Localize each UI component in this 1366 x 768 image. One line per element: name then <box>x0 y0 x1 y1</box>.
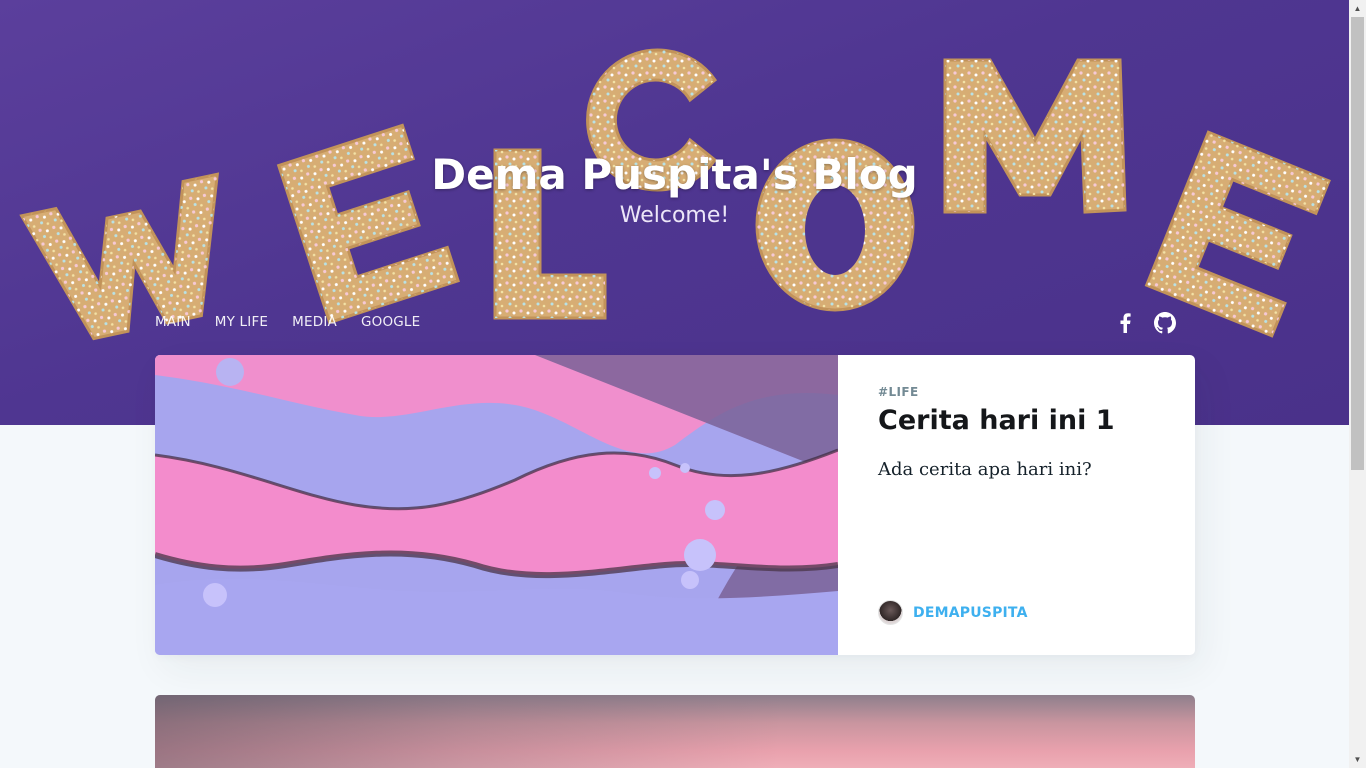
fluid-art-image <box>155 355 838 655</box>
post-tag[interactable]: #LIFE <box>878 385 1155 399</box>
nav-item-my-life[interactable]: MY LIFE <box>215 314 268 330</box>
post-card[interactable] <box>155 695 1195 768</box>
nav-item-main[interactable]: MAIN <box>155 314 191 330</box>
post-card[interactable]: #LIFE Cerita hari ini 1 Ada cerita apa h… <box>155 355 1195 655</box>
social-links <box>1114 311 1176 335</box>
post-content: #LIFE Cerita hari ini 1 Ada cerita apa h… <box>838 355 1195 655</box>
github-icon[interactable] <box>1154 311 1176 335</box>
scroll-up-arrow-icon[interactable]: ▲ <box>1349 0 1366 17</box>
post-title[interactable]: Cerita hari ini 1 <box>878 405 1155 437</box>
nav-item-media[interactable]: MEDIA <box>292 314 337 330</box>
facebook-icon[interactable] <box>1114 311 1136 335</box>
blog-title[interactable]: Dema Puspita's Blog <box>0 150 1349 199</box>
pink-sky-image <box>155 695 1195 768</box>
vertical-scrollbar[interactable]: ▲ ▼ <box>1349 0 1366 768</box>
scroll-thumb[interactable] <box>1351 17 1364 470</box>
nav-item-google[interactable]: GOOGLE <box>361 314 420 330</box>
main-nav: MAIN MY LIFE MEDIA GOOGLE <box>155 314 420 330</box>
avatar[interactable] <box>878 600 903 625</box>
author-name[interactable]: DEMAPUSPITA <box>913 605 1028 621</box>
post-feature-image[interactable] <box>155 355 838 655</box>
blog-subtitle: Welcome! <box>619 203 730 228</box>
post-excerpt[interactable]: Ada cerita apa hari ini? <box>878 457 1155 482</box>
post-author: DEMAPUSPITA <box>878 600 1028 625</box>
scroll-down-arrow-icon[interactable]: ▼ <box>1349 751 1366 768</box>
